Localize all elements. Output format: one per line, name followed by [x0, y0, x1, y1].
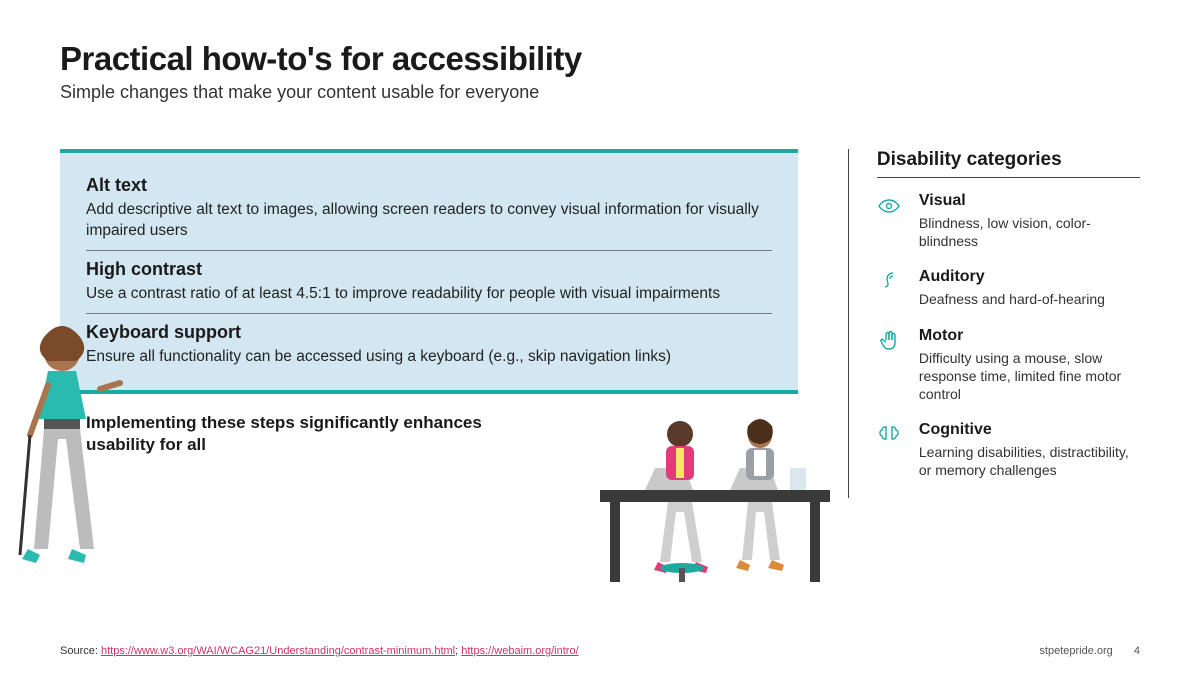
category-name: Auditory	[919, 268, 1105, 286]
category-text: Visual Blindness, low vision, color-blin…	[919, 192, 1140, 250]
source-link[interactable]: https://webaim.org/intro/	[461, 645, 578, 657]
footer-right: stpetepride.org 4	[1039, 645, 1140, 657]
tip-title: High contrast	[86, 259, 772, 280]
source-link[interactable]: https://www.w3.org/WAI/WCAG21/Understand…	[101, 645, 455, 657]
page-subtitle: Simple changes that make your content us…	[60, 82, 1140, 103]
tip-item: Keyboard support Ensure all functionalit…	[86, 313, 772, 376]
tip-desc: Use a contrast ratio of at least 4.5:1 t…	[86, 284, 772, 305]
category-item: Cognitive Learning disabilities, distrac…	[877, 421, 1140, 479]
footer: Source: https://www.w3.org/WAI/WCAG21/Un…	[60, 645, 1140, 657]
categories-heading: Disability categories	[877, 149, 1140, 178]
category-desc: Blindness, low vision, color-blindness	[919, 214, 1140, 250]
source-line: Source: https://www.w3.org/WAI/WCAG21/Un…	[60, 645, 579, 657]
page-number: 4	[1134, 645, 1140, 657]
desk-people-illustration	[590, 410, 840, 595]
category-text: Auditory Deafness and hard-of-hearing	[919, 268, 1105, 308]
right-column: Disability categories Visual Blindness, …	[848, 149, 1140, 498]
tips-panel: Alt text Add descriptive alt text to ima…	[60, 149, 798, 394]
slide: Practical how-to's for accessibility Sim…	[0, 0, 1200, 675]
category-text: Motor Difficulty using a mouse, slow res…	[919, 327, 1140, 404]
tip-title: Keyboard support	[86, 322, 772, 343]
category-item: Motor Difficulty using a mouse, slow res…	[877, 327, 1140, 404]
category-text: Cognitive Learning disabilities, distrac…	[919, 421, 1140, 479]
tip-item: Alt text Add descriptive alt text to ima…	[86, 167, 772, 250]
category-name: Cognitive	[919, 421, 1140, 439]
tip-item: High contrast Use a contrast ratio of at…	[86, 250, 772, 313]
person-cane-illustration	[14, 325, 124, 595]
category-item: Auditory Deafness and hard-of-hearing	[877, 268, 1140, 308]
hand-icon	[877, 329, 905, 404]
ear-icon	[877, 270, 905, 308]
category-name: Visual	[919, 192, 1140, 210]
tip-title: Alt text	[86, 175, 772, 196]
tip-desc: Add descriptive alt text to images, allo…	[86, 200, 772, 242]
brain-icon	[877, 423, 905, 479]
category-name: Motor	[919, 327, 1140, 345]
eye-icon	[877, 194, 905, 250]
category-desc: Difficulty using a mouse, slow response …	[919, 349, 1140, 404]
footer-site: stpetepride.org	[1039, 645, 1112, 657]
category-desc: Learning disabilities, distractibility, …	[919, 443, 1140, 479]
source-label: Source:	[60, 645, 101, 657]
page-title: Practical how-to's for accessibility	[60, 40, 1140, 78]
category-desc: Deafness and hard-of-hearing	[919, 290, 1105, 308]
category-item: Visual Blindness, low vision, color-blin…	[877, 192, 1140, 250]
summary-text: Implementing these steps significantly e…	[86, 412, 526, 456]
tip-desc: Ensure all functionality can be accessed…	[86, 347, 772, 368]
